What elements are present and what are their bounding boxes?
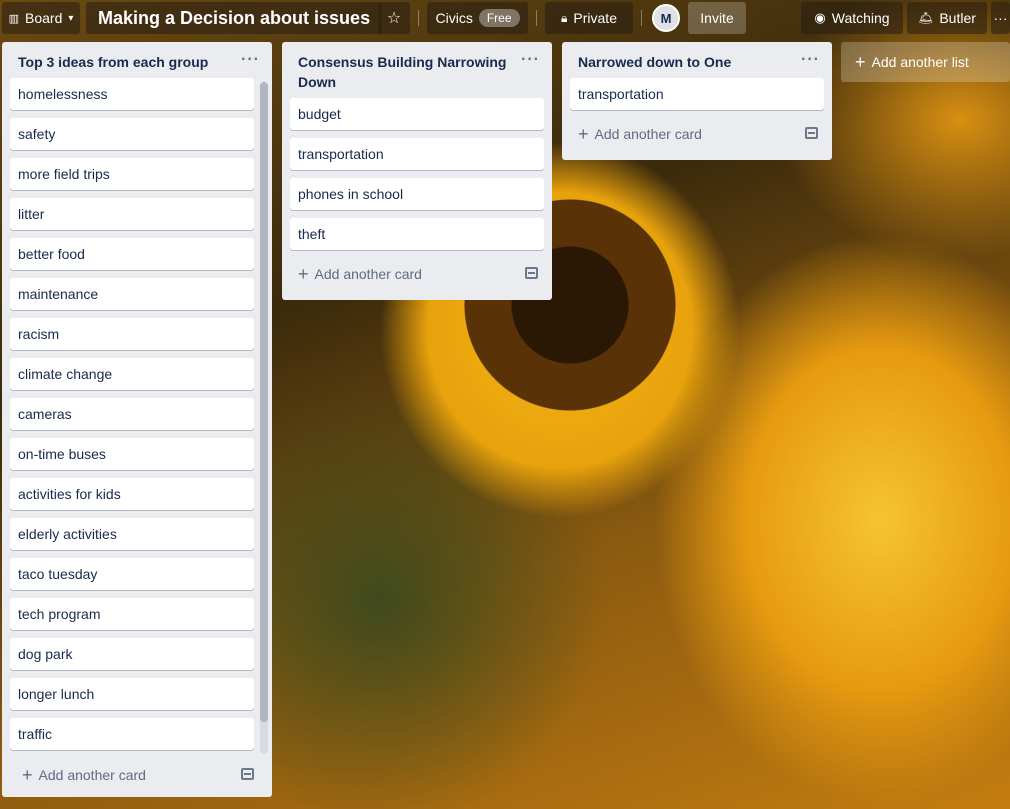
- team-name: Civics: [435, 10, 473, 26]
- lock-icon: 🔒︎: [561, 10, 568, 25]
- add-card-button[interactable]: + Add another card: [6, 759, 268, 791]
- board-title[interactable]: Making a Decision about issues: [86, 2, 383, 34]
- board-header: ▥ Board ▾ Making a Decision about issues…: [0, 0, 1010, 36]
- card[interactable]: transportation: [290, 138, 544, 170]
- watching-label: Watching: [831, 10, 890, 26]
- list-menu-icon[interactable]: ···: [521, 50, 540, 70]
- show-menu-button[interactable]: ···: [991, 2, 1010, 34]
- divider: [536, 10, 537, 26]
- card[interactable]: maintenance: [10, 278, 254, 310]
- visibility-label: Private: [573, 10, 617, 26]
- plus-icon: +: [22, 765, 33, 785]
- list-header[interactable]: Consensus Building Narrowing Down ···: [282, 42, 552, 98]
- list-menu-icon[interactable]: ···: [241, 50, 260, 70]
- scrollbar-thumb[interactable]: [260, 82, 268, 722]
- card[interactable]: activities for kids: [10, 478, 254, 510]
- butler-icon: 🛎︎: [918, 11, 934, 25]
- list-title: Top 3 ideas from each group: [18, 54, 209, 70]
- card[interactable]: climate change: [10, 358, 254, 390]
- butler-button[interactable]: 🛎︎ Butler: [907, 2, 987, 34]
- add-card-label: Add another card: [314, 266, 422, 282]
- card[interactable]: safety: [10, 118, 254, 150]
- card[interactable]: taco tuesday: [10, 558, 254, 590]
- star-board-button[interactable]: ☆: [378, 2, 410, 34]
- watching-button[interactable]: ◉ Watching: [801, 2, 903, 34]
- list-menu-icon[interactable]: ···: [801, 50, 820, 70]
- card[interactable]: homelessness: [10, 78, 254, 110]
- list-scrollbar[interactable]: [260, 82, 268, 754]
- card[interactable]: transportation: [570, 78, 824, 110]
- more-icon: ···: [993, 10, 1008, 26]
- star-icon: ☆: [386, 10, 402, 27]
- butler-label: Butler: [939, 10, 976, 26]
- card[interactable]: more field trips: [10, 158, 254, 190]
- member-avatar[interactable]: M: [652, 4, 680, 32]
- card[interactable]: racism: [10, 318, 254, 350]
- list-consensus-building: Consensus Building Narrowing Down ··· bu…: [282, 42, 552, 300]
- visibility-button[interactable]: 🔒︎ Private: [545, 2, 633, 34]
- list-header[interactable]: Top 3 ideas from each group ···: [2, 42, 272, 78]
- card[interactable]: budget: [290, 98, 544, 130]
- divider: [418, 10, 419, 26]
- card[interactable]: on-time buses: [10, 438, 254, 470]
- add-card-label: Add another card: [38, 767, 146, 783]
- card[interactable]: tech program: [10, 598, 254, 630]
- card[interactable]: elderly activities: [10, 518, 254, 550]
- list-title: Narrowed down to One: [578, 54, 732, 70]
- card[interactable]: theft: [290, 218, 544, 250]
- list-top-3-ideas: Top 3 ideas from each group ··· homeless…: [2, 42, 272, 797]
- card[interactable]: longer lunch: [10, 678, 254, 710]
- add-list-label: Add another list: [871, 54, 969, 70]
- plus-icon: +: [578, 124, 589, 144]
- invite-button[interactable]: Invite: [688, 2, 746, 34]
- card-template-icon[interactable]: [241, 768, 254, 780]
- list-title: Consensus Building Narrowing Down: [298, 54, 507, 90]
- card[interactable]: litter: [10, 198, 254, 230]
- add-card-label: Add another card: [594, 126, 702, 142]
- card[interactable]: traffic: [10, 718, 254, 750]
- board-switcher-label: Board: [25, 10, 63, 26]
- board-switcher-button[interactable]: ▥ Board ▾: [2, 2, 80, 34]
- card[interactable]: phones in school: [290, 178, 544, 210]
- eye-icon: ◉: [814, 10, 826, 25]
- list-narrowed-down: Narrowed down to One ··· transportation …: [562, 42, 832, 160]
- card-template-icon[interactable]: [805, 127, 818, 139]
- list-header[interactable]: Narrowed down to One ···: [562, 42, 832, 78]
- plus-icon: +: [298, 264, 309, 284]
- add-list-button[interactable]: + Add another list: [841, 42, 1010, 82]
- add-card-button[interactable]: + Add another card: [562, 118, 832, 150]
- add-card-button[interactable]: + Add another card: [282, 258, 552, 290]
- card[interactable]: dog park: [10, 638, 254, 670]
- chevron-down-icon: ▾: [68, 12, 74, 24]
- card[interactable]: better food: [10, 238, 254, 270]
- plus-icon: +: [855, 51, 866, 72]
- divider: [641, 10, 642, 26]
- card[interactable]: cameras: [10, 398, 254, 430]
- plan-badge: Free: [478, 9, 520, 27]
- card-template-icon[interactable]: [525, 267, 538, 279]
- team-button[interactable]: Civics Free: [427, 2, 528, 34]
- board-icon: ▥: [8, 12, 19, 25]
